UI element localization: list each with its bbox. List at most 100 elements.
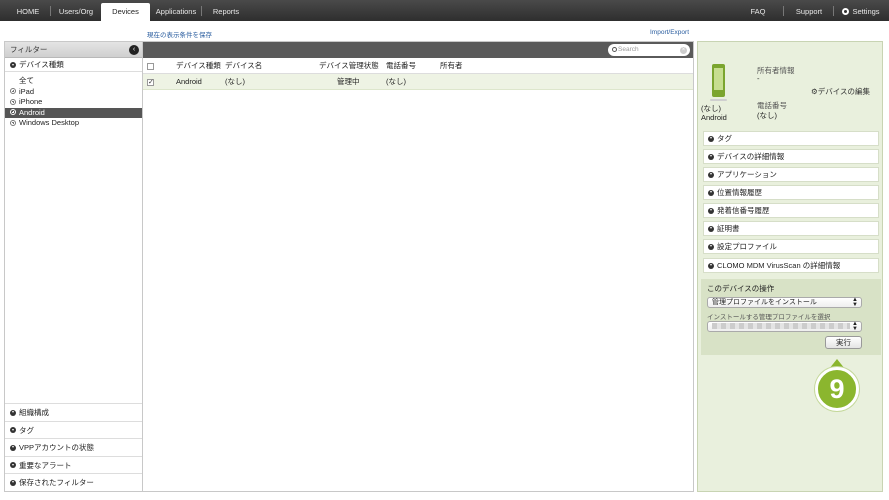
filter-group-label: 重要なアラート	[19, 460, 72, 470]
edit-device-link[interactable]: ⚙デバイスの編集	[811, 86, 870, 97]
section-label: アプリケーション	[717, 170, 777, 179]
tab-applications[interactable]: Applications	[153, 0, 199, 21]
section-label: 証明書	[717, 224, 740, 233]
filter-group-alerts[interactable]: 重要なアラート	[5, 455, 142, 474]
column-header[interactable]: デバイス名	[225, 58, 262, 74]
filter-group-tag[interactable]: タグ	[5, 420, 142, 439]
filter-panel: フィルター ‹ デバイス種類 全て iPad iPhone Android Wi…	[4, 41, 143, 492]
filter-group-vpp[interactable]: VPPアカウントの状態	[5, 438, 142, 456]
chevron-down-icon	[10, 444, 16, 451]
filter-group-label: デバイス種類	[19, 60, 64, 69]
expand-icon[interactable]	[10, 109, 16, 115]
tab-devices[interactable]: Devices	[101, 3, 150, 21]
chevron-down-icon	[708, 153, 714, 160]
support-link[interactable]: Support	[790, 0, 828, 21]
gear-icon	[842, 8, 850, 15]
section-virusscan[interactable]: CLOMO MDM VirusScan の詳細情報	[703, 258, 879, 273]
profile-select[interactable]: ▲ ▼	[707, 321, 862, 332]
import-export-link[interactable]: Import/Export	[650, 29, 689, 36]
column-header[interactable]: デバイス種類	[176, 58, 221, 74]
chevron-down-icon	[10, 409, 16, 416]
top-nav: HOME Users/Org Devices Applications Repo…	[0, 0, 889, 21]
tree-item-android[interactable]: Android	[5, 107, 142, 118]
section-label: 設定プロファイル	[717, 242, 777, 251]
tree-item-label: Android	[19, 107, 45, 117]
clear-search-icon[interactable]: ×	[680, 46, 687, 54]
tree-item-label: iPhone	[19, 97, 43, 106]
filter-panel-title: フィルター	[10, 45, 48, 54]
tree-item-ipad[interactable]: iPad	[5, 87, 142, 98]
column-header[interactable]: 電話番号	[386, 58, 416, 74]
operation-select-value: 管理プロファイルをインストール	[712, 299, 817, 306]
owner-value: -	[757, 74, 760, 83]
chevron-down-icon	[10, 479, 16, 486]
operations-title: このデバイスの操作	[707, 284, 775, 293]
tree-item-all[interactable]: 全て	[5, 76, 142, 87]
filter-group-label: タグ	[19, 425, 34, 435]
expand-icon[interactable]	[10, 119, 16, 126]
section-device-details[interactable]: デバイスの詳細情報	[703, 149, 879, 164]
device-type-tree: 全て iPad iPhone Android Windows Desktop	[5, 72, 142, 129]
cell-phone: (なし)	[386, 77, 406, 86]
section-label: CLOMO MDM VirusScan の詳細情報	[717, 261, 841, 270]
phone-value: (なし)	[757, 111, 777, 120]
filter-group-label: 保存されたフィルター	[19, 478, 94, 488]
filter-group-org[interactable]: 組織構成	[5, 403, 142, 421]
filter-group-saved[interactable]: 保存されたフィルター	[5, 473, 142, 491]
tab-divider	[201, 6, 202, 16]
collapse-panel-button[interactable]: ‹	[129, 45, 139, 55]
chevron-down-icon	[10, 427, 16, 434]
section-applications[interactable]: アプリケーション	[703, 167, 879, 182]
search-icon	[612, 46, 617, 52]
section-call-history[interactable]: 発着信番号履歴	[703, 203, 879, 218]
select-arrows-icon: ▲ ▼	[852, 321, 858, 332]
gear-icon: ⚙	[811, 87, 818, 96]
tab-users-org[interactable]: Users/Org	[54, 0, 98, 21]
cell-name: (なし)	[225, 77, 245, 86]
chevron-down-icon	[708, 135, 714, 142]
tree-item-iphone[interactable]: iPhone	[5, 97, 142, 108]
chevron-down-icon	[708, 225, 714, 232]
table-row[interactable]: ✓ Android (なし) 管理中 (なし)	[143, 74, 693, 90]
device-detail-panel: (なし) Android 所有者情報 - ⚙デバイスの編集 電話番号 (なし) …	[697, 41, 883, 492]
section-config-profiles[interactable]: 設定プロファイル	[703, 239, 879, 254]
select-all-checkbox[interactable]	[147, 62, 154, 70]
operation-select[interactable]: 管理プロファイルをインストール ▲ ▼	[707, 297, 862, 308]
device-operations: このデバイスの操作 管理プロファイルをインストール ▲ ▼ インストールする管理プ…	[701, 279, 881, 355]
android-phone-icon	[712, 64, 725, 97]
tree-item-label: Windows Desktop	[19, 118, 80, 127]
filter-group-device-type[interactable]: デバイス種類	[5, 58, 142, 72]
cell-type: Android	[176, 77, 202, 86]
search-input[interactable]: Search ×	[608, 44, 690, 56]
row-checkbox[interactable]: ✓	[147, 78, 154, 86]
expand-icon[interactable]	[10, 98, 16, 105]
save-view-link[interactable]: 現在の表示条件を保存	[147, 29, 212, 39]
tab-divider	[50, 6, 51, 16]
chevron-down-icon	[708, 207, 714, 214]
section-tag[interactable]: タグ	[703, 131, 879, 146]
search-placeholder: Search	[618, 46, 639, 53]
section-certificates[interactable]: 証明書	[703, 221, 879, 236]
chevron-down-icon	[708, 171, 714, 178]
profile-select-label: インストールする管理プロファイルを選択	[707, 314, 831, 321]
run-button[interactable]: 実行	[825, 336, 862, 349]
column-header[interactable]: デバイス管理状態	[319, 58, 379, 74]
select-arrows-icon: ▲ ▼	[852, 297, 858, 308]
column-header[interactable]: 所有者	[440, 58, 463, 74]
tab-reports[interactable]: Reports	[205, 0, 247, 21]
tree-item-label: iPad	[19, 86, 35, 96]
phone-shadow	[710, 99, 727, 101]
detail-device-type: Android	[701, 113, 727, 122]
section-label: タグ	[717, 134, 732, 143]
list-toolbar: Search ×	[143, 42, 693, 58]
step-callout-badge: 9	[815, 367, 859, 411]
nav-divider	[783, 6, 784, 16]
tree-item-windows-desktop[interactable]: Windows Desktop	[5, 118, 142, 129]
tab-home[interactable]: HOME	[8, 0, 48, 21]
filter-bottom-groups: 組織構成 タグ VPPアカウントの状態 重要なアラート 保存されたフィルター	[5, 403, 142, 491]
device-list: Search × デバイス種類 デバイス名 デバイス管理状態 電話番号 所有者 …	[143, 41, 694, 492]
expand-icon[interactable]	[10, 88, 16, 94]
faq-link[interactable]: FAQ	[744, 0, 772, 21]
section-location-history[interactable]: 位置情報履歴	[703, 185, 879, 200]
settings-link[interactable]: Settings	[838, 0, 884, 21]
